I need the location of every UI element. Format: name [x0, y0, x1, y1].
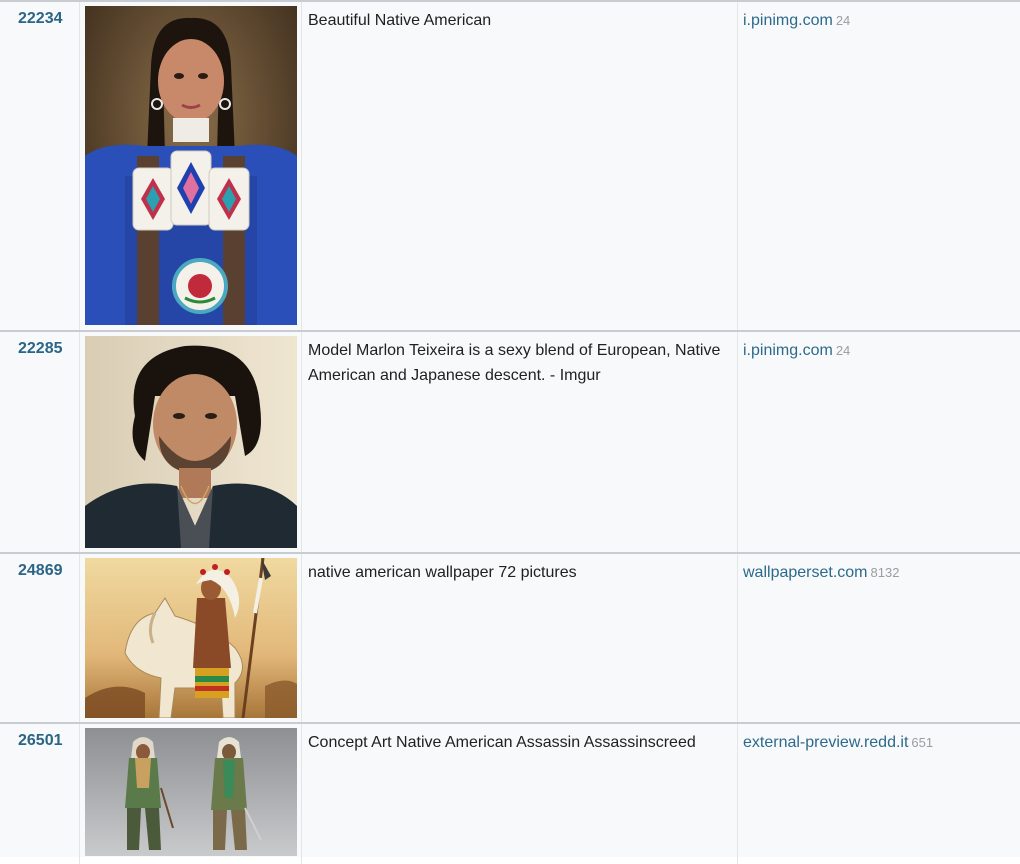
thumbnail-image[interactable] — [85, 558, 297, 718]
thumbnail-cell — [80, 332, 302, 552]
title-cell: Model Marlon Teixeira is a sexy blend of… — [302, 332, 738, 552]
source-count: 24 — [835, 343, 851, 358]
result-id-link[interactable]: 26501 — [18, 732, 63, 750]
table-row: 26501 Concept Art Native American Assass… — [0, 724, 1020, 864]
table-row: 22285 Model Marlon Teixeira is a sexy bl… — [0, 332, 1020, 554]
thumbnail-image[interactable] — [85, 728, 297, 856]
source-link[interactable]: wallpaperset.com — [743, 564, 868, 581]
source-cell: external-preview.redd.it 651 — [738, 724, 1020, 864]
source-count: 24 — [835, 13, 851, 28]
source-count: 8132 — [870, 565, 900, 580]
source-link[interactable]: external-preview.redd.it — [743, 734, 908, 751]
source-link[interactable]: i.pinimg.com — [743, 12, 833, 29]
source-link[interactable]: i.pinimg.com — [743, 342, 833, 359]
source-cell: wallpaperset.com 8132 — [738, 554, 1020, 722]
result-title: native american wallpaper 72 pictures — [308, 564, 577, 581]
id-cell: 22285 — [0, 332, 80, 552]
thumbnail-cell — [80, 554, 302, 722]
title-cell: Concept Art Native American Assassin Ass… — [302, 724, 738, 864]
table-row: 24869 native american wallpaper 72 pictu… — [0, 554, 1020, 724]
thumbnail-cell — [80, 2, 302, 330]
thumbnail-image[interactable] — [85, 6, 297, 325]
title-cell: Beautiful Native American — [302, 2, 738, 330]
thumbnail-image[interactable] — [85, 336, 297, 548]
result-id-link[interactable]: 22285 — [18, 340, 63, 358]
result-title: Concept Art Native American Assassin Ass… — [308, 734, 696, 751]
results-table: 22234 Beautiful Native American i.pinimg… — [0, 0, 1020, 864]
id-cell: 26501 — [0, 724, 80, 864]
source-cell: i.pinimg.com 24 — [738, 2, 1020, 330]
table-row: 22234 Beautiful Native American i.pinimg… — [0, 2, 1020, 332]
id-cell: 22234 — [0, 2, 80, 330]
title-cell: native american wallpaper 72 pictures — [302, 554, 738, 722]
source-count: 651 — [911, 735, 934, 750]
id-cell: 24869 — [0, 554, 80, 722]
source-cell: i.pinimg.com 24 — [738, 332, 1020, 552]
result-title: Model Marlon Teixeira is a sexy blend of… — [308, 342, 721, 384]
thumbnail-cell — [80, 724, 302, 864]
result-title: Beautiful Native American — [308, 12, 492, 29]
result-id-link[interactable]: 24869 — [18, 562, 63, 580]
result-id-link[interactable]: 22234 — [18, 10, 63, 28]
